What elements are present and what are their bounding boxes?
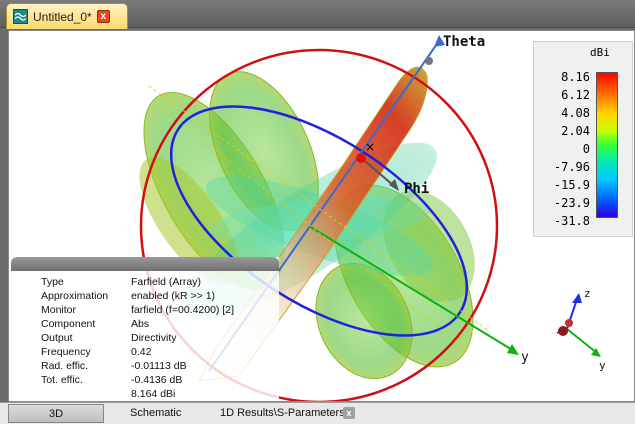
legend-color-bar: [596, 72, 618, 218]
farfield-3d-viewport[interactable]: × Theta Phi y z y dBi 8.16 6.12 4.08 2.0…: [8, 30, 635, 402]
close-icon[interactable]: x: [96, 10, 110, 23]
legend-tick: 4.08: [561, 106, 590, 120]
triad-z-label: z: [584, 287, 591, 300]
info-row-output: Output Directivity: [41, 332, 177, 344]
close-icon[interactable]: x: [343, 407, 355, 419]
info-row-monitor: Monitor farfield (f=00.4200) [2]: [41, 304, 235, 316]
document-tab-untitled[interactable]: Untitled_0* x: [6, 3, 128, 29]
info-row-tot-effic: Tot. effic. -0.4136 dB: [41, 374, 183, 386]
info-row-approximation: Approximation enabled (kR >> 1): [41, 290, 216, 302]
legend-tick: 6.12: [561, 88, 590, 102]
result-info-panel: Type Farfield (Array) Approximation enable…: [11, 257, 279, 401]
axis-phi-label: Phi: [404, 181, 429, 197]
info-row-frequency: Frequency 0.42: [41, 346, 152, 358]
legend-tick: -7.96: [553, 160, 590, 174]
axis-y-label: y: [521, 350, 529, 365]
triad-y-label: y: [599, 359, 606, 372]
document-tab-bar: Untitled_0* x: [0, 0, 635, 29]
info-row-directivity: 8.164 dBi: [131, 388, 176, 400]
axis-theta-label: Theta: [443, 34, 485, 50]
legend-unit: dBi: [590, 46, 610, 59]
info-row-component: Component Abs: [41, 318, 150, 330]
legend-tick: -31.8: [553, 214, 590, 228]
legend-tick: 2.04: [561, 124, 590, 138]
info-panel-header: [11, 257, 279, 271]
tab-3d[interactable]: 3D: [8, 404, 104, 423]
legend-tick: -15.9: [553, 178, 590, 192]
legend-tick: -23.9: [553, 196, 590, 210]
app-window: Untitled_0* x × Theta Phi y z y dBi 8.16…: [0, 0, 635, 424]
svg-text:×: ×: [365, 140, 375, 154]
wave-app-icon: [13, 9, 28, 24]
color-scale-legend: dBi 8.16 6.12 4.08 2.04 0 -7.96 -15.9 -2…: [533, 41, 633, 237]
legend-tick: 8.16: [561, 70, 590, 84]
legend-tick: 0: [582, 142, 590, 156]
tab-schematic[interactable]: Schematic: [130, 404, 181, 423]
document-tab-title: Untitled_0*: [33, 9, 92, 24]
info-row-rad-effic: Rad. effic. -0.01113 dB: [41, 360, 187, 372]
info-row-type: Type Farfield (Array): [41, 276, 202, 288]
tab-1d-results[interactable]: 1D Results\S-Parameters: [220, 404, 345, 423]
bottom-tab-bar: 3D Schematic 1D Results\S-Parameters x: [0, 402, 635, 424]
orientation-triad: z y: [556, 287, 606, 372]
